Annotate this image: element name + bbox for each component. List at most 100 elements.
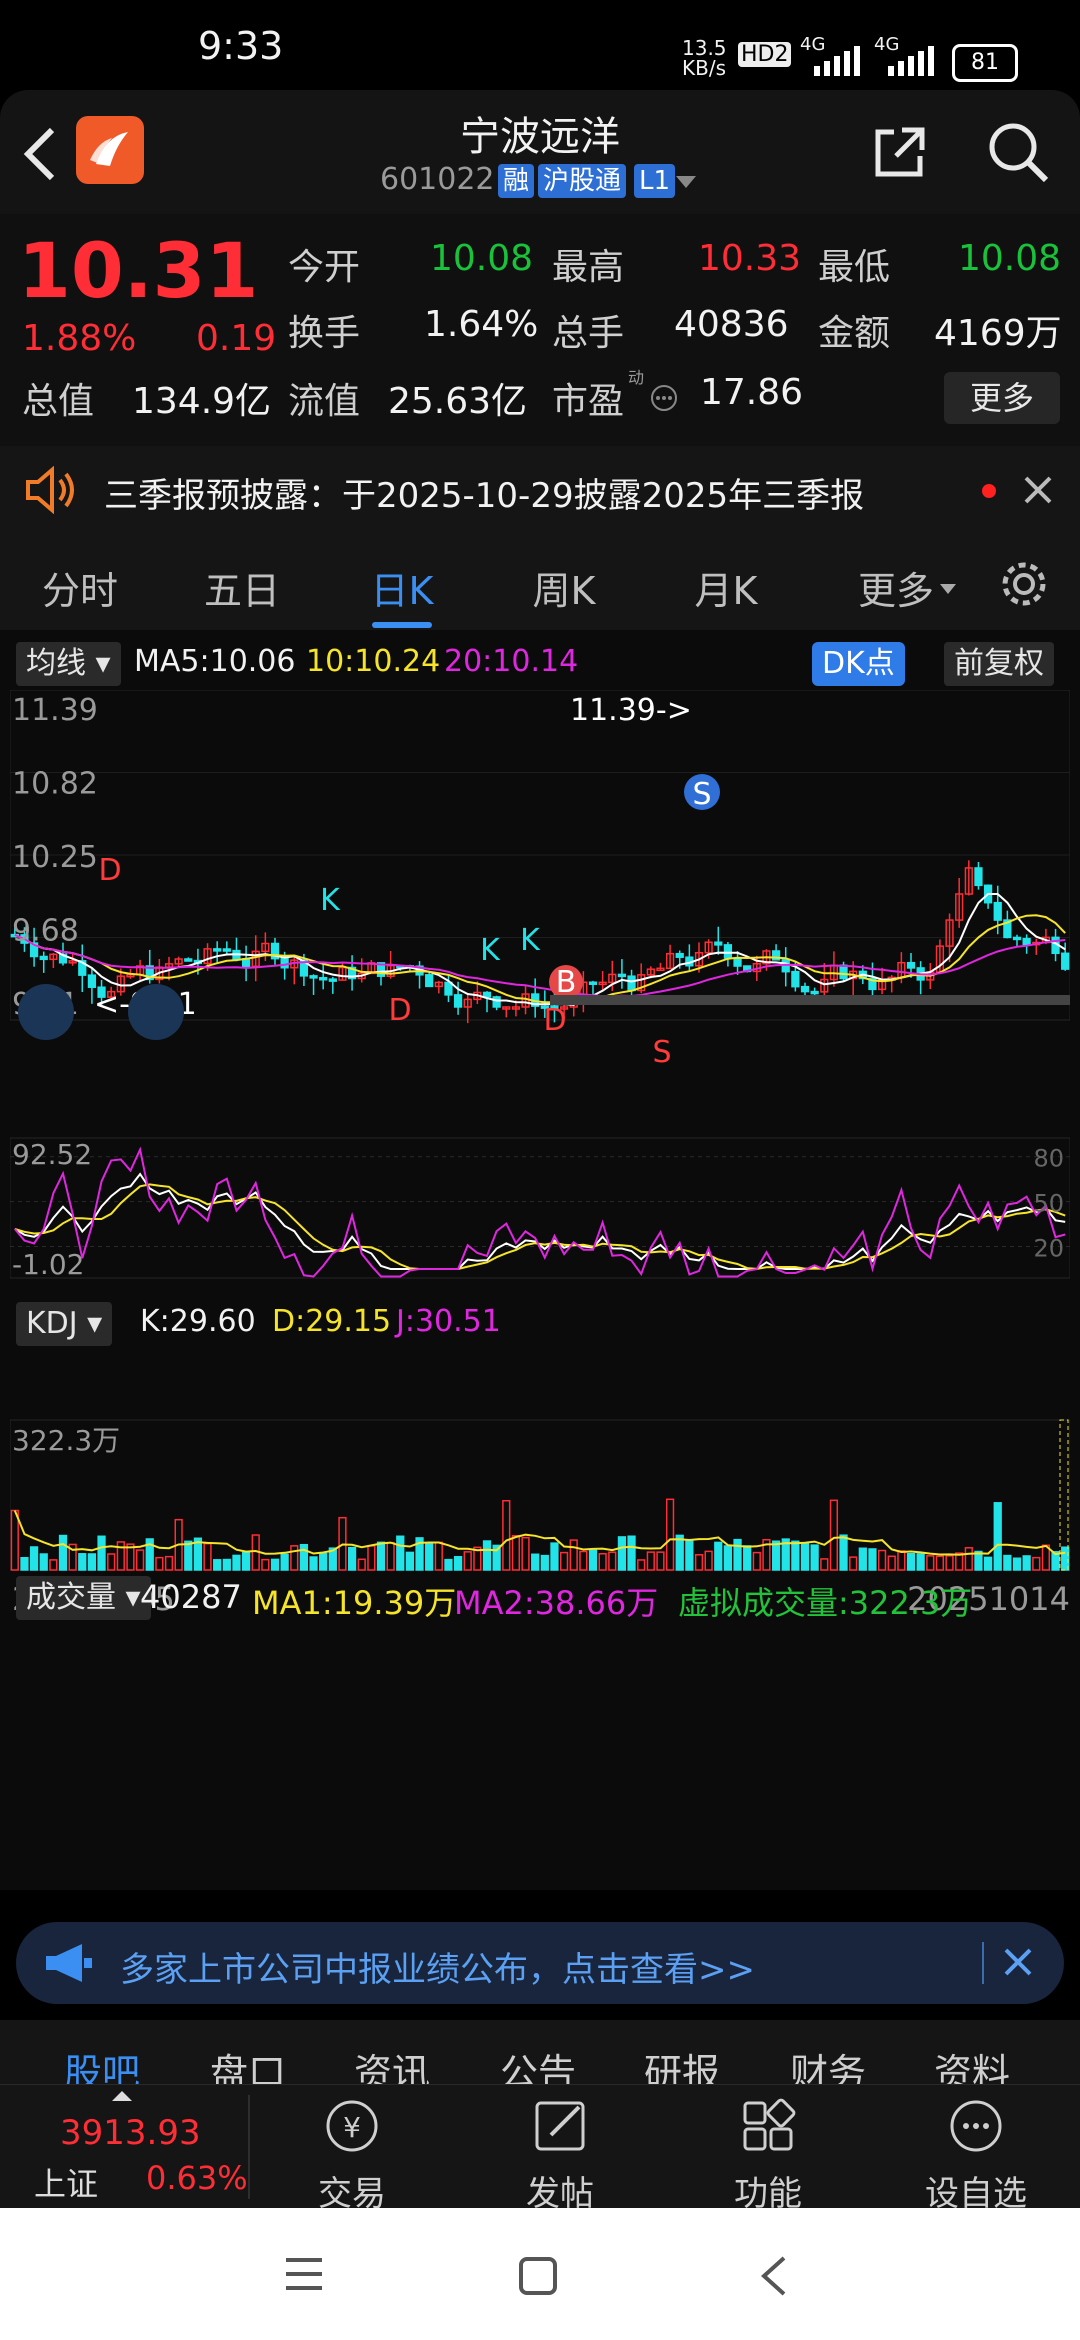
index-ticker[interactable]: 3913.93 上证 0.63% xyxy=(0,2085,248,2209)
volume-bar xyxy=(839,1534,848,1571)
volume-bar xyxy=(511,1535,521,1571)
label-high: 最高 xyxy=(552,247,625,288)
unread-dot xyxy=(982,484,996,498)
more-dots-icon[interactable] xyxy=(650,384,678,412)
index-value: 3913.93 xyxy=(60,2113,201,2153)
gear-icon[interactable] xyxy=(998,558,1050,610)
volume-bar xyxy=(1012,1557,1022,1571)
volume-bar xyxy=(107,1553,116,1571)
app-header: 宁波远洋 601022 融 沪股通 L1 xyxy=(0,90,1080,214)
change-pct: 1.88% xyxy=(22,318,137,359)
kdj-tick-label: 80 xyxy=(1033,1145,1064,1173)
candle-body xyxy=(1061,952,1070,970)
nav-trade[interactable]: ¥ 交易 xyxy=(252,2095,452,2215)
candle-body xyxy=(617,973,627,978)
volume-bar xyxy=(569,1539,578,1571)
candle-body xyxy=(328,978,337,982)
adjust-button[interactable]: 前复权 xyxy=(944,642,1054,686)
expand-button xyxy=(128,984,184,1040)
home-icon[interactable] xyxy=(518,2256,558,2296)
signal-label: K xyxy=(320,883,341,918)
volume-bar xyxy=(627,1535,636,1571)
tab-intraday[interactable]: 分时 xyxy=(30,560,130,615)
ma10-value: 10:10.24 xyxy=(306,644,441,679)
value-total-cap: 134.9亿 xyxy=(132,381,272,422)
volume-bar xyxy=(877,1549,887,1571)
volume-bar xyxy=(550,1542,559,1571)
share-icon[interactable] xyxy=(872,124,928,180)
nav-post[interactable]: 发帖 xyxy=(460,2095,660,2215)
dk-button[interactable]: DK点 xyxy=(812,642,905,686)
support-band xyxy=(550,995,1070,1005)
volume-bar xyxy=(155,1556,164,1571)
volume-bar xyxy=(396,1535,405,1571)
kdj-selector[interactable]: KDJ ▾ xyxy=(16,1302,113,1346)
candle-body xyxy=(839,964,848,980)
candle-body xyxy=(39,955,48,961)
volume-bar xyxy=(887,1555,896,1571)
volume-bar xyxy=(434,1541,443,1571)
tag-margin: 融 xyxy=(498,164,535,198)
tab-more[interactable]: 更多 xyxy=(846,560,946,615)
edit-icon xyxy=(535,2101,585,2151)
notice-bar[interactable]: 三季报预披露：于2025-10-29披露2025年三季报 xyxy=(0,446,1080,534)
quote-panel: 10.31 1.88% 0.19 今开 10.08 最高 10.33 最低 10… xyxy=(0,214,1080,446)
volume-bar xyxy=(299,1543,309,1571)
volume-bar xyxy=(743,1545,752,1571)
nav-functions[interactable]: 功能 xyxy=(668,2095,868,2215)
volume-bar xyxy=(637,1559,646,1571)
signal-label: D xyxy=(98,853,121,888)
candle-body xyxy=(213,948,222,952)
volume-bar xyxy=(521,1536,530,1571)
signal-label: B xyxy=(556,965,577,1000)
more-button[interactable]: 更多 xyxy=(944,372,1060,424)
virtual-volume: 虚拟成交量:322.3万 xyxy=(678,1584,973,1622)
nav-watchlist[interactable]: 设自选 xyxy=(876,2095,1076,2215)
volume-bar xyxy=(280,1553,289,1571)
kdj-d: D:29.15 xyxy=(272,1304,392,1339)
ma-selector[interactable]: 均线 ▾ xyxy=(16,642,121,686)
tag-level: L1 xyxy=(634,164,676,198)
menu-icon[interactable] xyxy=(284,2256,324,2292)
tab-monthly-k[interactable]: 月K xyxy=(676,560,776,615)
volume-bar xyxy=(261,1558,270,1571)
volume-ma1-line xyxy=(13,1510,1066,1556)
tab-daily-k[interactable]: 日K xyxy=(352,560,452,615)
candle-body xyxy=(1022,937,1031,946)
volume-bar xyxy=(20,1556,29,1571)
tab-five-day[interactable]: 五日 xyxy=(192,560,292,615)
value-volume: 40836 xyxy=(674,304,789,345)
close-icon[interactable] xyxy=(1002,1946,1034,1978)
volume-bar xyxy=(964,1547,973,1571)
ma20-value: 20:10.14 xyxy=(444,644,579,679)
volume-bar xyxy=(588,1549,598,1571)
back-icon[interactable] xyxy=(758,2254,788,2298)
volume-selector[interactable]: 成交量 ▾ xyxy=(16,1576,151,1620)
chevron-down-icon[interactable] xyxy=(676,176,696,190)
status-time: 9:33 xyxy=(198,24,284,68)
bottom-nav: 3913.93 上证 0.63% ¥ 交易 发帖 功能 设自选 xyxy=(0,2084,1080,2214)
volume-bar xyxy=(453,1556,463,1571)
volume-bar xyxy=(916,1553,925,1571)
candle-body xyxy=(444,981,453,996)
volume-bar xyxy=(405,1551,415,1571)
signal-label: D xyxy=(388,993,411,1028)
kdj-tick-label: 92.52 xyxy=(12,1138,92,1171)
volume-ma1: MA1:19.39万 xyxy=(252,1584,457,1622)
volume-bar xyxy=(222,1558,231,1571)
volume-bar xyxy=(675,1534,684,1571)
change-amount: 0.19 xyxy=(196,318,277,359)
news-banner[interactable]: 多家上市公司中报业绩公布，点击查看>> xyxy=(16,1922,1064,2004)
candle-body xyxy=(993,901,1002,921)
candle-body xyxy=(627,975,636,992)
close-icon[interactable] xyxy=(1022,474,1054,506)
volume-bar xyxy=(608,1551,617,1571)
megaphone-icon xyxy=(46,1944,92,1982)
signal-label: K xyxy=(520,923,541,958)
value-amount: 4169万 xyxy=(934,313,1062,354)
tab-weekly-k[interactable]: 周K xyxy=(514,560,614,615)
kdj-j: J:30.51 xyxy=(396,1304,501,1339)
search-icon[interactable] xyxy=(986,120,1050,184)
signal-label: K xyxy=(480,933,501,968)
candle-body xyxy=(184,958,193,962)
